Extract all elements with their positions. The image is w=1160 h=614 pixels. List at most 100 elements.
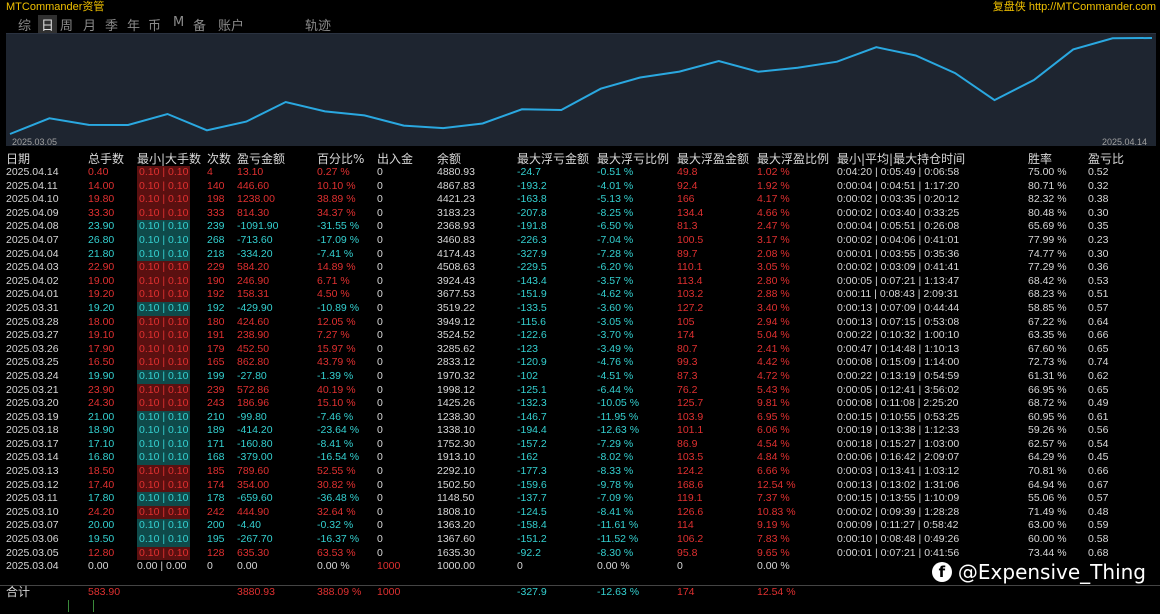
cell-pct: 63.53 % <box>317 546 356 559</box>
table-row[interactable]: 2025.03.31 19.20 0.10 | 0.10 192 -429.90 -10.… <box>0 301 1160 316</box>
cell-bal: 4421.23 <box>437 193 475 206</box>
column-header-pct[interactable]: 百分比% <box>317 150 364 167</box>
cell-count: 165 <box>207 356 225 369</box>
cell-count: 4 <box>207 166 213 178</box>
tab-2[interactable]: 周 <box>60 15 73 34</box>
table-row[interactable]: 2025.04.07 26.80 0.10 | 0.10 268 -713.60 -17.… <box>0 233 1160 248</box>
table-row[interactable]: 2025.04.09 33.30 0.10 | 0.10 333 814.30 34.37… <box>0 206 1160 221</box>
table-row[interactable]: 2025.03.05 12.80 0.10 | 0.10 128 635.30 63.53… <box>0 546 1160 561</box>
cell-hold: 0:00:05 | 0:12:41 | 3:56:02 <box>837 383 960 396</box>
table-row[interactable]: 2025.04.04 21.80 0.10 | 0.10 218 -334.20 -7.4… <box>0 247 1160 262</box>
table-row[interactable]: 2025.03.26 17.90 0.10 | 0.10 179 452.50 15.97… <box>0 342 1160 357</box>
cell-win: 55.06 % <box>1028 492 1067 505</box>
cell-pct: -31.55 % <box>317 220 360 233</box>
cell-lots: 18.90 <box>88 424 115 437</box>
table-row[interactable]: 2025.03.18 18.90 0.10 | 0.10 189 -414.20 -23.… <box>0 424 1160 438</box>
table-row[interactable]: 2025.03.27 19.10 0.10 | 0.10 191 238.90 7.27 … <box>0 329 1160 343</box>
cell-bal: 2833.12 <box>437 356 475 369</box>
table-row[interactable]: 2025.04.01 19.20 0.10 | 0.10 192 158.31 4.50 … <box>0 288 1160 302</box>
cell-pnl: 424.60 <box>237 315 270 328</box>
table-row[interactable]: 2025.04.14 0.40 0.10 | 0.10 4 13.10 0.27 % 0 48… <box>0 166 1160 180</box>
column-header-bal[interactable]: 余额 <box>437 150 461 167</box>
column-header-fp[interactable]: 最大浮盈金额 <box>677 150 749 167</box>
cell-bal: 3524.52 <box>437 329 475 342</box>
cell-pnl: 584.20 <box>237 261 270 274</box>
cell-flp: -11.52 % <box>597 533 639 546</box>
cell-win: 61.31 % <box>1028 369 1067 382</box>
cell-bal: 3677.53 <box>437 288 475 301</box>
column-header-flp[interactable]: 最大浮亏比例 <box>597 150 669 167</box>
cell-lots: 19.80 <box>88 193 115 206</box>
cell-count: 199 <box>207 369 225 382</box>
cell-pnl: -267.70 <box>237 533 273 546</box>
table-row[interactable]: 2025.04.02 19.00 0.10 | 0.10 190 246.90 6.71 … <box>0 274 1160 289</box>
tab-3[interactable]: 月 <box>83 15 96 34</box>
column-header-io[interactable]: 出入金 <box>377 150 413 167</box>
table-row[interactable]: 2025.04.11 14.00 0.10 | 0.10 140 446.60 10.10… <box>0 179 1160 194</box>
cell-win: 67.60 % <box>1028 342 1067 355</box>
cell-flp: -5.13 % <box>597 193 634 206</box>
column-header-minmax[interactable]: 最小|大手数 <box>137 150 201 167</box>
column-header-date[interactable]: 日期 <box>6 150 30 167</box>
tab-7[interactable]: M <box>173 15 184 30</box>
cell-date: 2025.04.11 <box>6 179 58 192</box>
column-header-pnl[interactable]: 盈亏金额 <box>237 150 285 167</box>
cell-io: 0 <box>377 342 383 355</box>
column-header-count[interactable]: 次数 <box>207 150 231 167</box>
cell-date: 2025.04.10 <box>6 193 59 206</box>
table-row[interactable]: 2025.03.20 24.30 0.10 | 0.10 243 186.96 15.10… <box>0 397 1160 411</box>
table-row[interactable]: 2025.03.28 18.00 0.10 | 0.10 180 424.60 12.05… <box>0 315 1160 330</box>
table-row[interactable]: 2025.03.25 16.50 0.10 | 0.10 165 862.80 43.79… <box>0 356 1160 370</box>
tab-0[interactable]: 综 <box>18 15 31 34</box>
cell-hold: 0:00:04 | 0:04:51 | 1:17:20 <box>837 179 960 192</box>
table-row[interactable]: 2025.03.10 24.20 0.10 | 0.10 242 444.90 32.64… <box>0 505 1160 520</box>
table-row[interactable]: 2025.03.24 19.90 0.10 | 0.10 199 -27.80 -1.39… <box>0 369 1160 384</box>
column-header-fl[interactable]: 最大浮亏金额 <box>517 150 589 167</box>
cell-pct: 38.89 % <box>317 193 356 206</box>
column-header-hold[interactable]: 最小|平均|最大持仓时间 <box>837 150 965 167</box>
table-row[interactable]: 2025.03.14 16.80 0.10 | 0.10 168 -379.00 -16.… <box>0 451 1160 466</box>
table-row[interactable]: 2025.03.06 19.50 0.10 | 0.10 195 -267.70 -16.… <box>0 533 1160 547</box>
table-row[interactable]: 2025.03.19 21.00 0.10 | 0.10 210 -99.80 -7.46… <box>0 410 1160 425</box>
cell-hold: 0:00:22 | 0:13:19 | 0:54:59 <box>837 369 960 382</box>
table-row[interactable]: 2025.04.03 22.90 0.10 | 0.10 229 584.20 14.89… <box>0 261 1160 275</box>
cell-lots: 17.90 <box>88 342 115 355</box>
table-row[interactable]: 2025.03.13 18.50 0.10 | 0.10 185 789.60 52.55… <box>0 465 1160 479</box>
cell-win: 63.00 % <box>1028 519 1067 532</box>
cell-fpp: 7.83 % <box>757 533 790 546</box>
cell-flp: -10.05 % <box>597 397 640 410</box>
cell-fl: -24.7 <box>517 166 541 178</box>
cell-date: 2025.03.11 <box>6 492 58 505</box>
cell-count: 268 <box>207 233 225 246</box>
cell-date: 2025.03.19 <box>6 410 59 423</box>
tab-5[interactable]: 年 <box>127 15 140 34</box>
tab-8[interactable]: 备 <box>193 15 206 34</box>
cell-io: 0 <box>377 424 383 437</box>
site-link[interactable]: 复盘侠 http://MTCommander.com <box>993 0 1156 14</box>
cell-pnl: 862.80 <box>237 356 270 369</box>
cell-flp: -0.51 % <box>597 166 634 178</box>
column-header-fpp[interactable]: 最大浮盈比例 <box>757 150 829 167</box>
tab-10[interactable]: 轨迹 <box>305 15 331 34</box>
table-row[interactable]: 2025.03.21 23.90 0.10 | 0.10 239 572.86 40.19… <box>0 383 1160 398</box>
cell-fpp: 9.81 % <box>757 397 790 410</box>
cell-bal: 1502.50 <box>437 478 475 491</box>
column-header-pr[interactable]: 盈亏比 <box>1088 150 1124 167</box>
table-row[interactable]: 2025.03.12 17.40 0.10 | 0.10 174 354.00 30.82… <box>0 478 1160 493</box>
column-header-lots[interactable]: 总手数 <box>88 150 124 167</box>
cell-pct: 30.82 % <box>317 478 356 491</box>
column-header-win[interactable]: 胜率 <box>1028 150 1052 167</box>
cell-lots: 19.20 <box>88 288 115 301</box>
cell-pnl: 246.90 <box>237 274 270 287</box>
table-row[interactable]: 2025.03.17 17.10 0.10 | 0.10 171 -160.80 -8.4… <box>0 437 1160 452</box>
table-row[interactable]: 2025.03.11 17.80 0.10 | 0.10 178 -659.60 -36.… <box>0 492 1160 506</box>
cell-bal: 1363.20 <box>437 519 475 532</box>
tab-9[interactable]: 账户 <box>218 15 244 34</box>
table-row[interactable]: 2025.03.07 20.00 0.10 | 0.10 200 -4.40 -0.32 … <box>0 519 1160 534</box>
tab-1[interactable]: 日 <box>38 15 58 34</box>
tab-6[interactable]: 币 <box>148 15 161 34</box>
cell-fl: -132.3 <box>517 397 547 410</box>
table-row[interactable]: 2025.04.10 19.80 0.10 | 0.10 198 1238.00 38.8… <box>0 193 1160 207</box>
tab-4[interactable]: 季 <box>105 15 118 34</box>
table-row[interactable]: 2025.04.08 23.90 0.10 | 0.10 239 -1091.90 -31… <box>0 220 1160 234</box>
